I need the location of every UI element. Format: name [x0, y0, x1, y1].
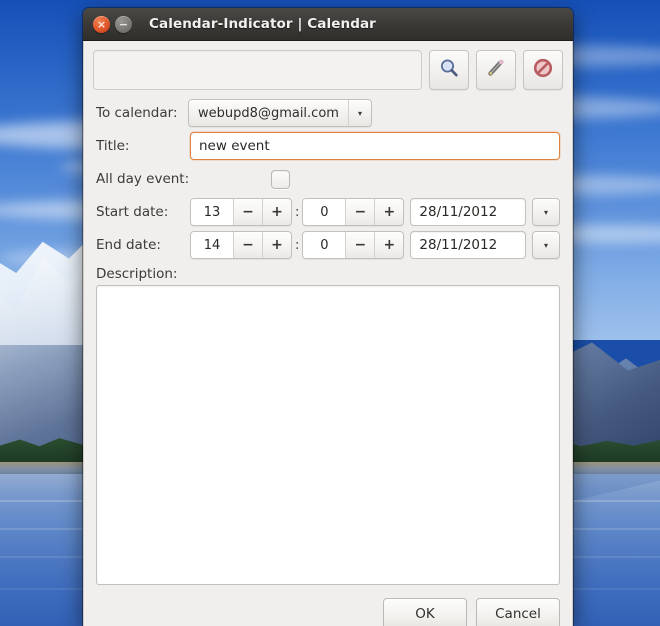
close-icon[interactable]: ×: [93, 15, 110, 33]
to-calendar-value: webupd8@gmail.com: [198, 105, 339, 121]
end-minute-spinner[interactable]: 0 − +: [302, 231, 405, 259]
to-calendar-label: To calendar:: [96, 105, 178, 121]
row-end-date: End date: 14 − + : 0 − + 28/11/2012 ▾: [96, 230, 560, 260]
search-button[interactable]: [429, 50, 469, 90]
start-hour-decrement[interactable]: −: [233, 199, 262, 225]
description-label: Description:: [96, 266, 178, 282]
start-date-calendar-button[interactable]: ▾: [532, 198, 560, 226]
start-hour-increment[interactable]: +: [262, 199, 291, 225]
start-minute-increment[interactable]: +: [374, 199, 403, 225]
event-form: To calendar: webupd8@gmail.com ▾ Title: …: [84, 94, 572, 285]
ok-button[interactable]: OK: [383, 598, 467, 626]
start-minute-spinner[interactable]: 0 − +: [302, 198, 405, 226]
search-icon: [438, 57, 460, 83]
cancel-button[interactable]: Cancel: [476, 598, 560, 626]
minimize-icon[interactable]: −: [115, 15, 132, 33]
dialog-button-bar: OK Cancel: [84, 585, 572, 626]
search-input[interactable]: [93, 50, 422, 90]
row-start-date: Start date: 13 − + : 0 − + 28/11/2012 ▾: [96, 197, 560, 227]
start-hour-value: 13: [191, 199, 233, 225]
window-title: Calendar-Indicator | Calendar: [149, 16, 376, 32]
start-minute-value: 0: [303, 199, 346, 225]
end-time-separator: :: [295, 237, 300, 253]
to-calendar-select[interactable]: webupd8@gmail.com ▾: [188, 99, 372, 127]
all-day-label: All day event:: [96, 171, 190, 187]
end-minute-decrement[interactable]: −: [345, 232, 374, 258]
start-minute-decrement[interactable]: −: [345, 199, 374, 225]
description-textarea[interactable]: [96, 285, 560, 585]
block-icon: [532, 57, 554, 83]
cancel-event-button[interactable]: [523, 50, 563, 90]
edit-button[interactable]: [476, 50, 516, 90]
calendar-event-dialog: × − Calendar-Indicator | Calendar To cal…: [83, 8, 573, 626]
end-hour-increment[interactable]: +: [262, 232, 291, 258]
toolbar: [84, 41, 572, 94]
start-date-input[interactable]: 28/11/2012: [410, 198, 526, 226]
dialog-body: To calendar: webupd8@gmail.com ▾ Title: …: [83, 41, 573, 626]
all-day-checkbox[interactable]: [270, 169, 290, 189]
end-hour-decrement[interactable]: −: [233, 232, 262, 258]
start-hour-spinner[interactable]: 13 − +: [190, 198, 292, 226]
end-hour-value: 14: [191, 232, 233, 258]
title-input[interactable]: new event: [190, 132, 560, 160]
edit-pencil-icon: [485, 57, 507, 83]
end-minute-increment[interactable]: +: [374, 232, 403, 258]
end-date-calendar-button[interactable]: ▾: [532, 231, 560, 259]
row-title: Title: new event: [96, 131, 560, 161]
row-all-day: All day event:: [96, 164, 560, 194]
start-time-separator: :: [295, 204, 300, 220]
title-bar[interactable]: × − Calendar-Indicator | Calendar: [83, 8, 573, 41]
row-to-calendar: To calendar: webupd8@gmail.com ▾: [96, 98, 560, 128]
end-date-input[interactable]: 28/11/2012: [410, 231, 526, 259]
end-date-label: End date:: [96, 237, 161, 253]
end-minute-value: 0: [303, 232, 346, 258]
title-label: Title:: [96, 138, 130, 154]
chevron-down-icon: ▾: [347, 100, 371, 126]
end-hour-spinner[interactable]: 14 − +: [190, 231, 292, 259]
start-date-label: Start date:: [96, 204, 169, 220]
